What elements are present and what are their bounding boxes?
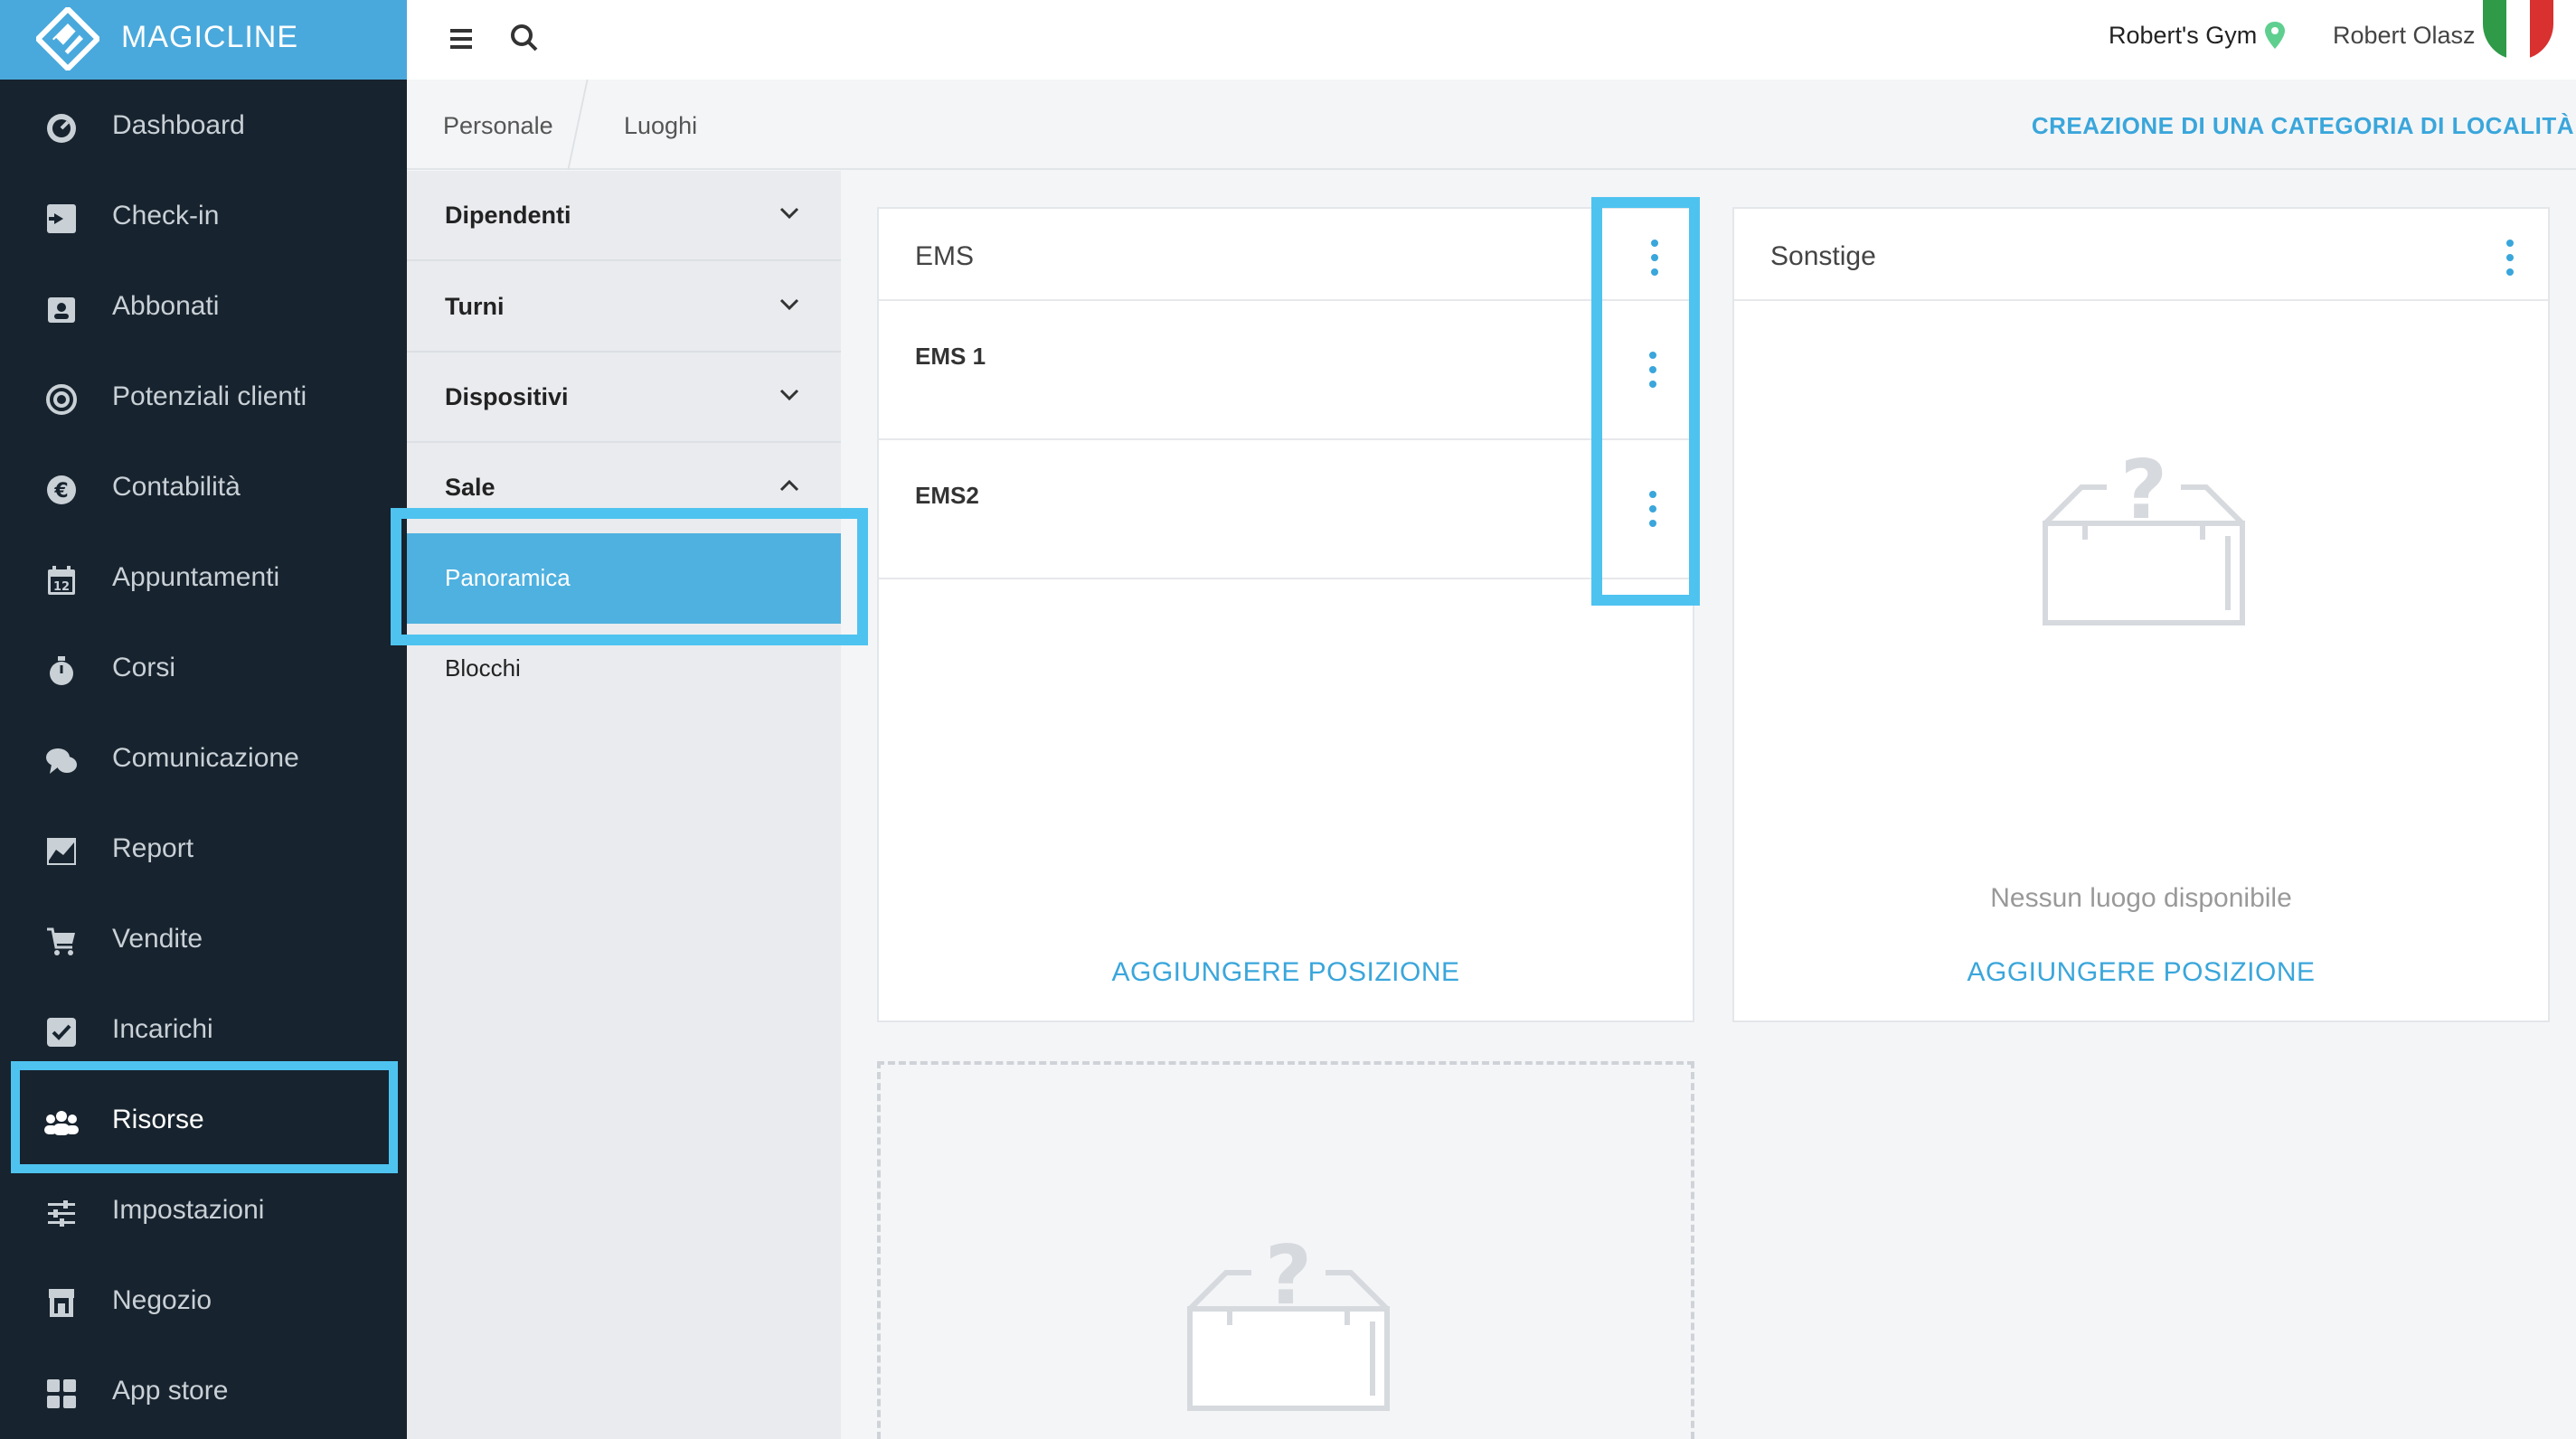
- subnav-item-label: Blocchi: [445, 654, 521, 682]
- report-icon: [43, 833, 80, 870]
- svg-text:€: €: [53, 480, 68, 503]
- checkbox-icon: [43, 1014, 80, 1050]
- location-name: EMS2: [915, 482, 979, 509]
- top-bar: Robert's Gym Robert Olasz: [407, 0, 2576, 80]
- breadcrumb: Personale Luoghi CREAZIONE DI UNA CATEGO…: [407, 80, 2576, 170]
- sliders-icon: [43, 1195, 80, 1231]
- user-name[interactable]: Robert Olasz: [2333, 22, 2476, 50]
- search-icon[interactable]: [506, 20, 543, 56]
- sidebar-item-label: Negozio: [112, 1285, 212, 1315]
- sidebar-item-report[interactable]: Report: [0, 804, 407, 895]
- sidebar-item-app-store[interactable]: App store: [0, 1347, 407, 1437]
- italy-flag-icon[interactable]: [2483, 0, 2553, 60]
- breadcrumb-item-personale[interactable]: Personale: [443, 112, 553, 140]
- card-title: Sonstige: [1770, 241, 1876, 271]
- empty-box-icon: ?: [2043, 449, 2245, 625]
- card-header: EMS: [879, 209, 1693, 301]
- subnav-section-dispositivi[interactable]: Dispositivi: [407, 353, 841, 443]
- card-header: Sonstige: [1734, 209, 2548, 301]
- sidebar-item-impostazioni[interactable]: Impostazioni: [0, 1166, 407, 1256]
- sidebar-item-label: Potenziali clienti: [112, 381, 307, 411]
- sidebar-item-label: Abbonati: [112, 291, 220, 321]
- sidebar-item-negozio[interactable]: Negozio: [0, 1256, 407, 1347]
- grid-icon: [43, 1376, 80, 1412]
- sidebar-item-label: Check-in: [112, 201, 220, 230]
- sidebar-item-label: Corsi: [112, 653, 176, 682]
- empty-box-icon: ?: [1187, 1235, 1390, 1411]
- subnav-section-label: Dipendenti: [445, 202, 571, 229]
- sidebar-item-vendite[interactable]: Vendite: [0, 895, 407, 985]
- sidebar-item-comunicazione[interactable]: Comunicazione: [0, 714, 407, 804]
- brand-name: MAGICLINE: [121, 20, 299, 54]
- location-row[interactable]: EMS2: [879, 440, 1693, 579]
- subnav-section-dipendenti[interactable]: Dipendenti: [407, 171, 841, 261]
- sidebar-item-contabilita[interactable]: € Contabilità: [0, 443, 407, 533]
- leads-icon: [43, 381, 80, 418]
- stopwatch-icon: [43, 653, 80, 689]
- highlight-frame: [1591, 197, 1700, 606]
- chat-icon: [43, 743, 80, 779]
- subnav-section-label: Dispositivi: [445, 383, 569, 410]
- hamburger-menu-icon[interactable]: [445, 22, 481, 58]
- location-name: EMS 1: [915, 343, 986, 370]
- chevron-down-icon: [779, 298, 799, 311]
- location-category-card-ems: EMS EMS 1 EMS2 AGGIUNGERE POSIZIONE: [877, 207, 1694, 1022]
- sidebar: MAGICLINE Dashboard Check-in Abbonati Po…: [0, 0, 407, 1439]
- highlight-frame: [391, 508, 868, 645]
- subnav-section-turni[interactable]: Turni: [407, 262, 841, 353]
- subnav-section-label: Turni: [445, 293, 505, 320]
- euro-icon: €: [43, 472, 80, 508]
- chevron-up-icon: [779, 479, 799, 492]
- chevron-down-icon: [779, 389, 799, 401]
- shop-icon: [43, 1285, 80, 1321]
- chevron-down-icon: [779, 207, 799, 220]
- subnav-section-label: Sale: [445, 474, 495, 501]
- location-category-card-sonstige: Sonstige ? Nessun luogo disponibile AGGI…: [1732, 207, 2550, 1022]
- sidebar-item-appuntamenti[interactable]: 12 Appuntamenti: [0, 533, 407, 624]
- create-location-category-link[interactable]: CREAZIONE DI UNA CATEGORIA DI LOCALITÀ: [2032, 112, 2574, 140]
- magicline-logo-icon: [36, 7, 99, 71]
- calendar-icon: 12: [43, 562, 80, 598]
- sidebar-item-potenziali-clienti[interactable]: Potenziali clienti: [0, 353, 407, 443]
- sidebar-item-label: Appuntamenti: [112, 562, 280, 592]
- card-title: EMS: [915, 241, 975, 271]
- sidebar-item-abbonati[interactable]: Abbonati: [0, 262, 407, 353]
- location-row[interactable]: EMS 1: [879, 301, 1693, 440]
- sidebar-item-label: Comunicazione: [112, 743, 299, 773]
- dashboard-icon: [43, 110, 80, 146]
- sidebar-item-dashboard[interactable]: Dashboard: [0, 81, 407, 172]
- sidebar-item-corsi[interactable]: Corsi: [0, 624, 407, 714]
- check-in-icon: [43, 201, 80, 237]
- more-options-icon[interactable]: [2505, 240, 2515, 276]
- location-pin-icon: [2265, 22, 2285, 49]
- add-category-placeholder[interactable]: ?: [877, 1061, 1694, 1439]
- sidebar-item-label: Dashboard: [112, 110, 245, 140]
- sidebar-item-label: Impostazioni: [112, 1195, 265, 1225]
- sidebar-item-check-in[interactable]: Check-in: [0, 172, 407, 262]
- empty-state-text: Nessun luogo disponibile: [1990, 883, 2292, 913]
- sidebar-item-label: Incarichi: [112, 1014, 213, 1044]
- breadcrumb-item-luoghi[interactable]: Luoghi: [624, 112, 697, 140]
- cart-icon: [43, 924, 80, 960]
- members-icon: [43, 291, 80, 327]
- gym-name[interactable]: Robert's Gym: [2109, 22, 2257, 50]
- resources-subnav: Dipendenti Turni Dispositivi Sale Panora…: [407, 171, 841, 1439]
- highlight-frame: [11, 1061, 398, 1173]
- brand-header[interactable]: MAGICLINE: [0, 0, 407, 80]
- sidebar-item-label: Report: [112, 833, 194, 863]
- add-location-button[interactable]: AGGIUNGERE POSIZIONE: [879, 957, 1693, 988]
- svg-text:12: 12: [53, 580, 70, 594]
- sidebar-item-label: Contabilità: [112, 472, 241, 502]
- add-location-button[interactable]: AGGIUNGERE POSIZIONE: [1734, 957, 2548, 988]
- breadcrumb-divider: [567, 80, 589, 170]
- sidebar-item-label: App store: [112, 1376, 229, 1406]
- sidebar-item-label: Vendite: [112, 924, 203, 954]
